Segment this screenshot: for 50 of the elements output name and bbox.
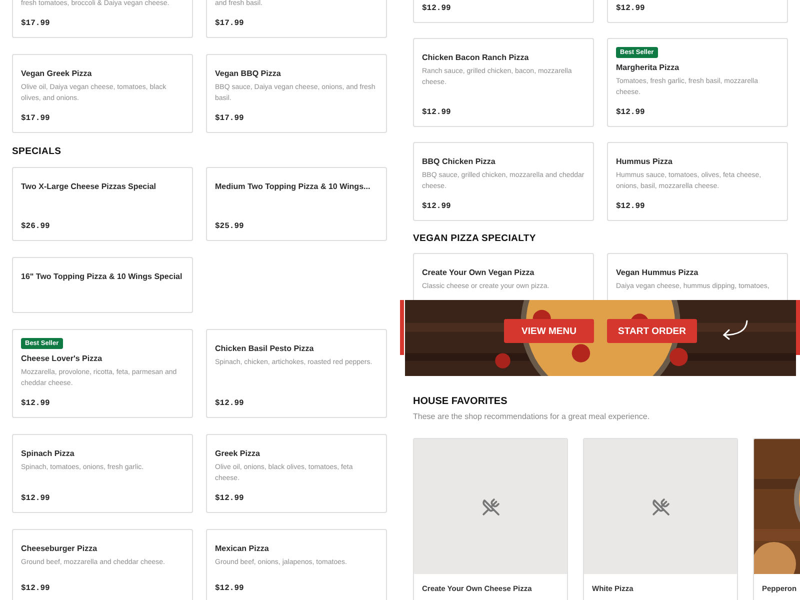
item-price: $12.99 <box>215 583 245 593</box>
banner-edge <box>796 300 800 355</box>
item-price: $12.99 <box>215 493 245 503</box>
item-price: $12.99 <box>21 398 51 408</box>
banner-button[interactable]: START ORDER <box>607 319 697 343</box>
item-name: Cheeseburger Pizza <box>21 544 98 553</box>
item-name: Two X-Large Cheese Pizzas Special <box>21 182 158 191</box>
utensils-icon <box>482 498 500 516</box>
item-name: 16" Two Topping Pizza & 10 Wings Special <box>21 272 184 281</box>
item-name: Mexican Pizza <box>215 544 270 553</box>
item-name: Vegan BBQ Pizza <box>215 69 282 78</box>
menu-card[interactable]: $12.99 <box>413 0 594 23</box>
item-price: $12.99 <box>616 107 646 117</box>
item-price: $26.99 <box>21 221 51 231</box>
item-price: $12.99 <box>422 201 452 211</box>
menu-card[interactable]: Medium Two Topping Pizza & 10 Wings... $25.99 <box>206 167 387 241</box>
item-name: Vegan Greek Pizza <box>21 69 93 78</box>
item-name: Chicken Bacon Ranch Pizza <box>422 53 530 62</box>
item-name: Cheese Lover's Pizza <box>21 354 104 363</box>
item-name: Greek Pizza <box>215 449 261 458</box>
banner-edge <box>400 300 404 355</box>
section-heading: HOUSE FAVORITES <box>413 396 508 407</box>
item-name: BBQ Chicken Pizza <box>422 157 496 166</box>
item-name: Chicken Basil Pesto Pizza <box>215 344 315 353</box>
item-price: $17.99 <box>215 113 245 123</box>
item-price: $12.99 <box>21 583 51 593</box>
item-price: $12.99 <box>616 3 646 13</box>
item-price: $12.99 <box>616 201 646 211</box>
section-subtitle: These are the shop recommendations for a great meal experience. <box>413 412 651 421</box>
item-price: $12.99 <box>422 107 452 117</box>
menu-card[interactable]: 16" Two Topping Pizza & 10 Wings Special <box>12 257 193 313</box>
item-name: Hummus Pizza <box>616 157 674 166</box>
section-heading: SPECIALS <box>12 146 62 157</box>
item-name: Spinach Pizza <box>21 449 76 458</box>
menu-card[interactable]: $12.99 <box>607 0 788 23</box>
section-heading: VEGAN PIZZA SPECIALTY <box>413 233 537 244</box>
item-price: $25.99 <box>215 221 245 231</box>
menu-card[interactable]: Two X-Large Cheese Pizzas Special $26.99 <box>12 167 193 241</box>
item-name: Create Your Own Vegan Pizza <box>422 268 536 277</box>
banner-button[interactable]: VIEW MENU <box>504 319 594 343</box>
item-name: Medium Two Topping Pizza & 10 Wings... <box>215 182 372 191</box>
item-name: Margherita Pizza <box>616 63 680 72</box>
item-price: $17.99 <box>215 18 245 28</box>
utensils-icon <box>652 498 670 516</box>
item-price: $12.99 <box>422 3 452 13</box>
item-price: $17.99 <box>21 113 51 123</box>
item-name: Vegan Hummus Pizza <box>616 268 700 277</box>
item-price: $12.99 <box>21 493 51 503</box>
item-price: $17.99 <box>21 18 51 28</box>
item-price: $12.99 <box>215 398 245 408</box>
